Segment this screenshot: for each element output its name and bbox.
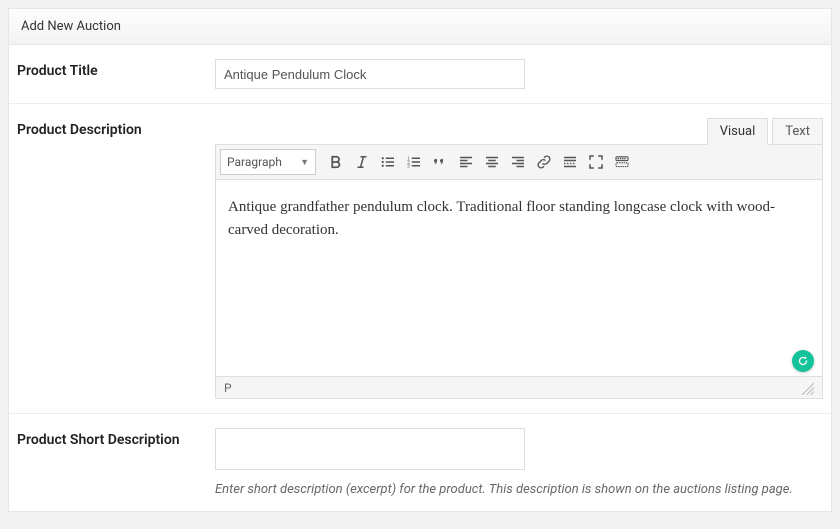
grammarly-badge[interactable]: [792, 350, 814, 372]
resize-handle[interactable]: [800, 381, 814, 395]
blockquote-button[interactable]: [428, 150, 452, 174]
bold-icon: [327, 153, 345, 171]
editor-path: P: [224, 381, 232, 395]
align-center-button[interactable]: [480, 150, 504, 174]
grammarly-icon: [796, 354, 810, 368]
fullscreen-button[interactable]: [584, 150, 608, 174]
toolbar-toggle-button[interactable]: [610, 150, 634, 174]
row-short-description: Product Short Description Enter short de…: [9, 414, 831, 511]
editor-toolbar: Paragraph ▼ 123: [216, 145, 822, 180]
field-product-title: [215, 59, 823, 89]
panel-header: Add New Auction: [9, 9, 831, 45]
align-left-icon: [457, 153, 475, 171]
field-product-description: Visual Text Paragraph ▼: [215, 118, 823, 399]
panel-body: Product Title Product Description Visual…: [9, 45, 831, 511]
tab-visual[interactable]: Visual: [707, 118, 769, 145]
label-short-description: Product Short Description: [17, 428, 215, 497]
label-product-description: Product Description: [17, 118, 215, 399]
bullet-list-icon: [379, 153, 397, 171]
align-right-icon: [509, 153, 527, 171]
short-description-hint: Enter short description (excerpt) for th…: [215, 482, 823, 497]
rich-text-editor: Paragraph ▼ 123: [215, 144, 823, 399]
align-right-button[interactable]: [506, 150, 530, 174]
row-product-title: Product Title: [9, 45, 831, 104]
link-button[interactable]: [532, 150, 556, 174]
number-list-button[interactable]: 123: [402, 150, 426, 174]
row-product-description: Product Description Visual Text Paragrap…: [9, 104, 831, 414]
format-select-label: Paragraph: [227, 155, 282, 169]
align-center-icon: [483, 153, 501, 171]
svg-text:3: 3: [407, 163, 410, 169]
editor-content-area[interactable]: Antique grandfather pendulum clock. Trad…: [216, 180, 822, 376]
align-left-button[interactable]: [454, 150, 478, 174]
product-title-input[interactable]: [215, 59, 525, 89]
editor-text: Antique grandfather pendulum clock. Trad…: [228, 199, 775, 238]
bold-button[interactable]: [324, 150, 348, 174]
format-select[interactable]: Paragraph ▼: [220, 149, 316, 175]
bullet-list-button[interactable]: [376, 150, 400, 174]
read-more-icon: [561, 153, 579, 171]
read-more-button[interactable]: [558, 150, 582, 174]
field-short-description: Enter short description (excerpt) for th…: [215, 428, 823, 497]
number-list-icon: 123: [405, 153, 423, 171]
panel-title: Add New Auction: [21, 19, 121, 34]
toolbar-toggle-icon: [613, 153, 631, 171]
link-icon: [535, 153, 553, 171]
italic-button[interactable]: [350, 150, 374, 174]
editor-status-bar: P: [216, 376, 822, 398]
italic-icon: [353, 153, 371, 171]
tab-text[interactable]: Text: [772, 118, 823, 145]
fullscreen-icon: [587, 153, 605, 171]
quote-icon: [431, 153, 449, 171]
add-auction-panel: Add New Auction Product Title Product De…: [8, 8, 832, 512]
short-description-input[interactable]: [215, 428, 525, 470]
chevron-down-icon: ▼: [300, 157, 309, 168]
label-product-title: Product Title: [17, 59, 215, 89]
editor-tabs: Visual Text: [215, 118, 823, 145]
